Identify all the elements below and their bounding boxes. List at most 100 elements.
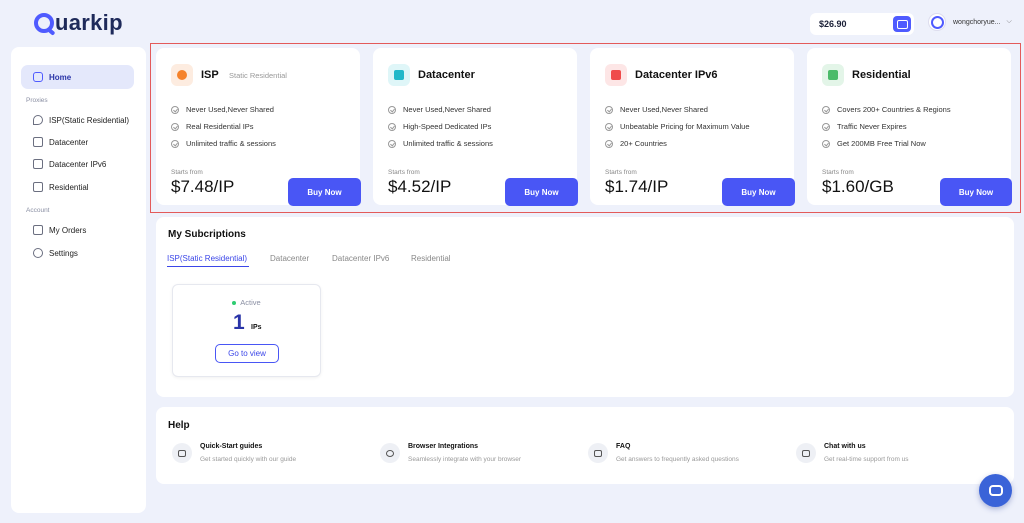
buy-now-button[interactable]: Buy Now <box>940 178 1012 206</box>
check-circle-icon <box>171 122 179 131</box>
product-feature: Real Residential IPs <box>171 122 254 131</box>
active-tab-indicator <box>167 266 249 267</box>
chat-bubble-icon <box>988 485 1003 496</box>
check-circle-icon <box>388 139 396 148</box>
help-item-browser-integrations[interactable]: Browser Integrations Seamlessly integrate… <box>380 443 521 463</box>
product-feature: Unlimited traffic & sessions <box>388 139 493 148</box>
feature-text: Traffic Never Expires <box>837 122 907 131</box>
tab-isp[interactable]: ISP(Static Residential) <box>167 254 247 263</box>
sidebar-item-home[interactable]: Home <box>21 65 134 89</box>
starts-from-label: Starts from <box>171 169 203 176</box>
sidebar-item-label: Datacenter <box>49 137 89 147</box>
feature-text: High-Speed Dedicated IPs <box>403 122 492 131</box>
sidebar-item-datacenter-ipv6[interactable]: Datacenter IPv6 <box>21 152 134 176</box>
product-feature: Traffic Never Expires <box>822 122 907 131</box>
tab-datacenter-ipv6[interactable]: Datacenter IPv6 <box>332 254 389 263</box>
product-price: $4.52/IP <box>388 177 452 196</box>
chevron-down-icon: ⌵ <box>1006 18 1012 25</box>
feature-text: Get 200MB Free Trial Now <box>837 139 926 148</box>
monitor-icon <box>33 159 43 169</box>
house-icon <box>33 182 43 192</box>
product-card-datacenter-ipv6: Datacenter IPv6 Never Used,Never Shared … <box>590 48 795 206</box>
product-feature: Never Used,Never Shared <box>388 105 491 114</box>
sidebar-item-datacenter[interactable]: Datacenter <box>21 130 134 154</box>
help-title: Help <box>168 420 190 431</box>
chat-support-button[interactable] <box>979 474 1012 507</box>
globe-icon <box>380 443 400 463</box>
feature-text: Covers 200+ Countries & Regions <box>837 105 951 114</box>
help-item-title: Quick-Start guides <box>200 443 263 450</box>
feature-text: 20+ Countries <box>620 139 667 148</box>
subscriptions-title: My Subcriptions <box>168 229 246 240</box>
balance-amount: $26.90 <box>819 19 847 29</box>
help-item-title: FAQ <box>616 443 631 450</box>
go-to-view-button[interactable]: Go to view <box>215 344 279 363</box>
help-item-chat[interactable]: Chat with us Get real-time support from u… <box>796 443 909 463</box>
help-item-title: Chat with us <box>824 443 866 450</box>
logo[interactable]: uarkip <box>34 10 123 36</box>
status-text: Active <box>240 298 261 307</box>
check-circle-icon <box>171 105 179 114</box>
product-feature: Never Used,Never Shared <box>605 105 708 114</box>
feature-text: Real Residential IPs <box>186 122 254 131</box>
help-item-desc: Get answers to frequently asked question… <box>616 456 739 463</box>
help-item-title: Browser Integrations <box>408 443 479 450</box>
home-icon <box>822 64 844 86</box>
check-circle-icon <box>822 105 830 114</box>
feature-text: Unbeatable Pricing for Maximum Value <box>620 122 750 131</box>
balance-widget: $26.90 <box>810 13 914 35</box>
sidebar-item-label: Residential <box>49 182 89 192</box>
help-item-desc: Seamlessly integrate with your browser <box>408 456 522 463</box>
help-item-faq[interactable]: FAQ Get answers to frequently asked quest… <box>588 443 739 463</box>
wallet-icon[interactable] <box>893 16 911 32</box>
product-title: ISP <box>201 69 219 81</box>
help-item-quick-start[interactable]: Quick-Start guides Get started quickly wi… <box>172 443 296 463</box>
tab-residential[interactable]: Residential <box>411 254 451 263</box>
product-price: $1.60/GB <box>822 177 894 196</box>
check-circle-icon <box>388 105 396 114</box>
product-title: Datacenter <box>418 69 475 81</box>
check-circle-icon <box>605 122 613 131</box>
product-price: $1.74/IP <box>605 177 669 196</box>
sidebar-item-isp[interactable]: ISP(Static Residential) <box>21 108 134 132</box>
product-feature: Never Used,Never Shared <box>171 105 274 114</box>
check-circle-icon <box>822 122 830 131</box>
tab-datacenter[interactable]: Datacenter <box>270 254 309 263</box>
sidebar-item-settings[interactable]: Settings <box>21 241 134 265</box>
product-feature: 20+ Countries <box>605 139 667 148</box>
location-pin-icon <box>33 115 43 125</box>
logo-q-icon <box>34 13 54 33</box>
feature-text: Unlimited traffic & sessions <box>186 139 276 148</box>
sidebar-item-label: Datacenter IPv6 <box>49 159 107 169</box>
user-menu[interactable]: wongchoryue... ⌵ <box>928 13 1012 31</box>
product-feature: Covers 200+ Countries & Regions <box>822 105 951 114</box>
sidebar-item-my-orders[interactable]: My Orders <box>21 218 134 242</box>
help-item-desc: Get started quickly with our guide <box>200 456 297 463</box>
check-circle-icon <box>822 139 830 148</box>
product-card-isp: ISP Static Residential Never Used,Never … <box>156 48 361 206</box>
product-title: Residential <box>852 69 911 81</box>
sidebar-item-label: Settings <box>49 248 78 258</box>
gear-icon <box>33 248 43 258</box>
buy-now-button[interactable]: Buy Now <box>288 178 361 206</box>
sidebar-item-label: My Orders <box>49 225 87 235</box>
check-circle-icon <box>605 139 613 148</box>
help-item-desc: Get real-time support from us <box>824 456 909 463</box>
buy-now-button[interactable]: Buy Now <box>722 178 795 206</box>
sidebar-section-proxies: Proxies <box>26 97 48 104</box>
feature-text: Never Used,Never Shared <box>403 105 491 114</box>
sidebar-item-residential[interactable]: Residential <box>21 175 134 199</box>
starts-from-label: Starts from <box>822 169 854 176</box>
faq-icon <box>588 443 608 463</box>
server-icon <box>33 137 43 147</box>
buy-now-button[interactable]: Buy Now <box>505 178 578 206</box>
home-icon <box>33 72 43 82</box>
logo-text: uarkip <box>55 10 123 35</box>
check-circle-icon <box>388 122 396 131</box>
product-feature: High-Speed Dedicated IPs <box>388 122 491 131</box>
check-circle-icon <box>171 139 179 148</box>
product-subtitle: Static Residential <box>229 71 287 80</box>
avatar <box>928 13 946 31</box>
monitor-icon <box>605 64 627 86</box>
subscription-card: Active 1 IPs Go to view <box>172 284 321 377</box>
